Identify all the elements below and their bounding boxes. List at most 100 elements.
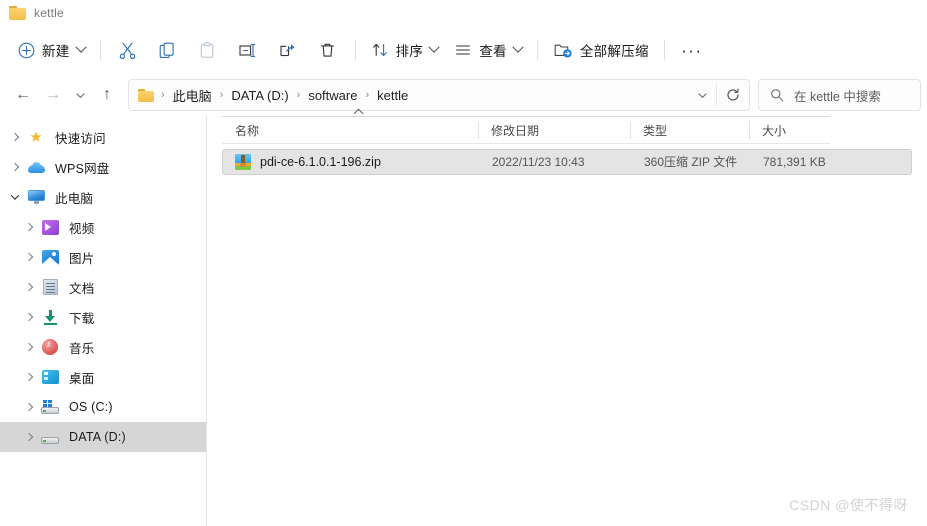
sidebar-item-quick-access[interactable]: ★ 快速访问: [0, 122, 206, 152]
breadcrumb-separator: ›: [296, 89, 301, 101]
chevron-right-icon[interactable]: [18, 422, 40, 452]
paste-button[interactable]: [188, 34, 228, 66]
sidebar-item-label: 下载: [69, 311, 95, 326]
search-input[interactable]: 在 kettle 中搜索: [794, 86, 881, 105]
cut-button[interactable]: [108, 34, 148, 66]
file-list-pane: 名称 修改日期 类型 大小 pdi-ce-6.1.0.1-196.zip 202…: [207, 108, 927, 526]
cloud-icon: [26, 158, 46, 176]
sidebar-item-documents[interactable]: 文档: [0, 272, 206, 302]
chevron-right-icon[interactable]: [18, 272, 40, 302]
navigation-pane: ★ 快速访问 WPS网盘 此电脑 视频 图片 文档 下载 ♪ 音乐 桌面 OS …: [0, 116, 207, 526]
new-button[interactable]: 新建: [10, 34, 93, 66]
drive-windows-icon: [40, 398, 60, 416]
monitor-icon: [26, 188, 46, 206]
table-row[interactable]: pdi-ce-6.1.0.1-196.zip 2022/11/23 10:43 …: [222, 149, 912, 175]
picture-icon: [40, 248, 60, 266]
breadcrumb-item-1[interactable]: DATA (D:): [226, 85, 293, 106]
toolbar-separator: [536, 40, 538, 60]
chevron-right-icon[interactable]: [18, 242, 40, 272]
chevron-right-icon[interactable]: [18, 212, 40, 242]
folder-icon: [9, 6, 26, 20]
refresh-button[interactable]: [717, 80, 749, 110]
list-lines-icon: [454, 41, 472, 59]
zip-archive-icon: [235, 154, 251, 170]
column-header-name[interactable]: 名称: [222, 108, 478, 144]
chevron-right-icon[interactable]: [18, 302, 40, 332]
scissors-icon: [118, 41, 137, 60]
window-title: kettle: [34, 6, 64, 20]
sidebar-item-label: 快速访问: [55, 131, 106, 146]
extract-all-button[interactable]: 全部解压缩: [545, 34, 657, 66]
address-row: ← → ↑ › 此电脑 › DATA (D:) › software › ket…: [0, 74, 927, 116]
main-area: ★ 快速访问 WPS网盘 此电脑 视频 图片 文档 下载 ♪ 音乐 桌面 OS …: [0, 108, 927, 526]
copy-button[interactable]: [148, 34, 188, 66]
arrow-up-icon: ↑: [103, 86, 111, 103]
sidebar-item-downloads[interactable]: 下载: [0, 302, 206, 332]
toolbar-separator: [663, 40, 665, 60]
sidebar-item-this-pc[interactable]: 此电脑: [0, 182, 206, 212]
chevron-down-icon: [75, 90, 86, 101]
delete-button[interactable]: [308, 34, 348, 66]
search-box[interactable]: 在 kettle 中搜索: [758, 79, 921, 111]
search-icon: [770, 88, 784, 102]
sidebar-item-pictures[interactable]: 图片: [0, 242, 206, 272]
sort-button-label: 排序: [395, 44, 424, 59]
view-button-label: 查看: [479, 44, 507, 59]
chevron-right-icon[interactable]: [4, 152, 26, 182]
music-icon: [40, 338, 60, 356]
sidebar-item-music[interactable]: 音乐: [0, 332, 206, 362]
column-header-size[interactable]: 大小: [749, 116, 824, 144]
column-header-label: 名称: [235, 123, 260, 138]
chevron-right-icon[interactable]: [18, 362, 40, 392]
sidebar-item-label: 音乐: [69, 341, 95, 356]
sidebar-item-label: 此电脑: [55, 191, 94, 206]
sidebar-item-label: OS (C:): [69, 400, 113, 414]
file-name: pdi-ce-6.1.0.1-196.zip: [260, 155, 381, 169]
file-date-cell: 2022/11/23 10:43: [479, 153, 631, 171]
recent-locations-button[interactable]: [68, 80, 92, 110]
up-button[interactable]: ↑: [92, 80, 122, 110]
document-icon: [40, 278, 60, 296]
breadcrumb-separator: ›: [219, 89, 224, 101]
more-options-button[interactable]: ···: [672, 34, 712, 66]
chevron-right-icon[interactable]: [18, 392, 40, 422]
trash-icon: [318, 41, 337, 60]
sidebar-item-label: WPS网盘: [55, 161, 110, 176]
plus-circle-icon: [18, 42, 35, 59]
share-icon: [278, 41, 297, 60]
rename-button[interactable]: [228, 34, 268, 66]
column-headers: 名称 修改日期 类型 大小: [222, 108, 830, 144]
copy-icon: [158, 41, 177, 60]
sidebar-item-desktop[interactable]: 桌面: [0, 362, 206, 392]
ellipsis-icon: ···: [681, 40, 703, 60]
toolbar-separator: [354, 40, 356, 60]
chevron-right-icon[interactable]: [4, 122, 26, 152]
sort-button[interactable]: 排序: [363, 34, 447, 66]
paste-icon: [198, 41, 217, 60]
sidebar-item-os-c[interactable]: OS (C:): [0, 392, 206, 422]
column-header-date[interactable]: 修改日期: [478, 116, 630, 144]
address-dropdown-button[interactable]: [688, 80, 716, 110]
sidebar-item-wps-cloud[interactable]: WPS网盘: [0, 152, 206, 182]
desktop-icon: [40, 368, 60, 386]
breadcrumb-item-2[interactable]: software: [303, 85, 362, 106]
breadcrumb-item-0[interactable]: 此电脑: [168, 83, 217, 108]
forward-button[interactable]: →: [38, 80, 68, 110]
sort-arrows-icon: [371, 41, 389, 59]
chevron-down-icon: [74, 41, 87, 53]
sidebar-item-data-d[interactable]: DATA (D:): [0, 422, 206, 452]
share-button[interactable]: [268, 34, 308, 66]
chevron-right-icon[interactable]: [18, 332, 40, 362]
view-button[interactable]: 查看: [446, 34, 530, 66]
chevron-down-icon[interactable]: [4, 182, 26, 212]
column-header-label: 类型: [643, 123, 668, 138]
back-button[interactable]: ←: [8, 80, 38, 110]
extract-all-label: 全部解压缩: [579, 44, 649, 59]
address-bar[interactable]: › 此电脑 › DATA (D:) › software › kettle: [128, 79, 750, 111]
sidebar-item-videos[interactable]: 视频: [0, 212, 206, 242]
sidebar-item-label: 文档: [69, 281, 95, 296]
column-header-type[interactable]: 类型: [630, 116, 749, 144]
sidebar-item-label: 图片: [69, 251, 95, 266]
breadcrumb-item-3[interactable]: kettle: [372, 85, 413, 106]
column-header-label: 修改日期: [491, 123, 540, 138]
